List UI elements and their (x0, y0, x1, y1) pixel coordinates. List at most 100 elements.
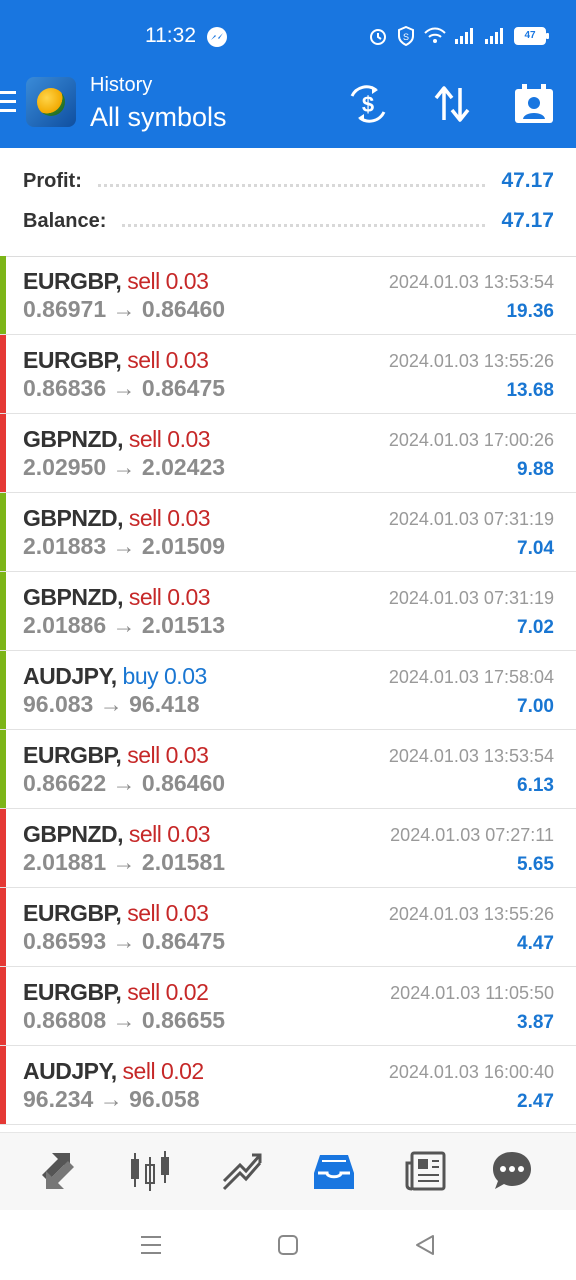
nav-trade[interactable] (220, 1149, 264, 1193)
deal-profit: 2.47 (517, 1091, 554, 1112)
history-icon (314, 1155, 354, 1189)
deal-symbol: AUDJPY, sell 0.02 (23, 1058, 205, 1084)
deal-time: 2024.01.03 13:53:54 (388, 272, 554, 292)
deal-symbol: EURGBP, sell 0.03 (23, 347, 209, 373)
deal-side: sell 0.03 (127, 268, 209, 294)
deal-time: 2024.01.03 16:00:40 (388, 1062, 554, 1082)
deal-status-bar (0, 256, 6, 334)
deal-row[interactable]: AUDJPY, sell 0.02 96.234 → 96.058 2024.0… (0, 1046, 576, 1125)
sort-icon (434, 86, 470, 122)
back-icon[interactable] (414, 1234, 436, 1256)
nav-quotes[interactable] (36, 1149, 80, 1193)
menu-icon[interactable] (0, 91, 16, 113)
signal-icon (455, 28, 473, 44)
deal-side: sell 0.03 (127, 347, 209, 373)
deal-row[interactable]: GBPNZD, sell 0.03 2.01886 → 2.01513 2024… (0, 572, 576, 651)
deal-side: sell 0.03 (128, 426, 211, 452)
system-navigation-bar (0, 1210, 576, 1280)
deal-profit: 5.65 (517, 854, 554, 875)
nav-chart[interactable] (128, 1149, 172, 1193)
profit-row: Profit: 47.17 (23, 164, 554, 198)
deal-status-bar (0, 493, 6, 571)
deal-time: 2024.01.03 07:27:11 (390, 825, 554, 845)
deal-prices: 0.86593 → 0.86475 (23, 928, 226, 954)
deal-time: 2024.01.03 11:05:50 (390, 983, 554, 1003)
deal-status-bar (0, 651, 6, 729)
deal-symbol: EURGBP, sell 0.03 (23, 742, 209, 768)
messenger-icon (207, 27, 227, 47)
deal-row[interactable]: EURGBP, sell 0.03 0.86971 → 0.86460 2024… (0, 256, 576, 335)
deal-status-bar (0, 967, 6, 1045)
deal-prices: 0.86971 → 0.86460 (23, 296, 226, 322)
deal-symbol: GBPNZD, sell 0.03 (23, 584, 211, 610)
deal-side: sell 0.03 (128, 821, 211, 847)
home-icon[interactable] (277, 1234, 299, 1256)
deal-side: sell 0.02 (127, 979, 209, 1005)
profit-value: 47.17 (501, 169, 554, 192)
bottom-nav (0, 1132, 576, 1211)
balance-value: 47.17 (501, 209, 554, 232)
deal-side: buy 0.03 (122, 663, 208, 689)
deal-prices: 0.86808 → 0.86655 (23, 1007, 226, 1033)
status-time: 11:32 (145, 24, 196, 47)
divider (97, 183, 486, 187)
deal-profit: 19.36 (506, 301, 554, 322)
nav-history[interactable] (312, 1149, 356, 1193)
recent-apps-icon[interactable] (139, 1234, 163, 1256)
calendar-person-icon (515, 84, 553, 123)
deal-side: sell 0.03 (128, 584, 211, 610)
history-summary: Profit: 47.17 Balance: 47.17 (0, 148, 576, 257)
deal-row[interactable]: AUDJPY, buy 0.03 96.083 → 96.418 2024.01… (0, 651, 576, 730)
deal-profit: 3.87 (517, 1012, 554, 1033)
deal-symbol: AUDJPY, buy 0.03 (23, 663, 208, 689)
deal-symbol: EURGBP, sell 0.03 (23, 268, 209, 294)
deal-prices: 96.083 → 96.418 (23, 691, 200, 717)
deal-profit: 7.00 (517, 696, 554, 717)
deal-symbol: GBPNZD, sell 0.03 (23, 426, 211, 452)
deal-time: 2024.01.03 07:31:19 (388, 588, 554, 608)
deal-side: sell 0.03 (127, 742, 209, 768)
deal-row[interactable]: GBPNZD, sell 0.03 2.01883 → 2.01509 2024… (0, 493, 576, 572)
wifi-icon (424, 27, 446, 43)
deal-side: sell 0.03 (128, 505, 211, 531)
deal-profit: 7.04 (517, 538, 554, 559)
deal-time: 2024.01.03 17:58:04 (388, 667, 554, 687)
deal-time: 2024.01.03 07:31:19 (388, 509, 554, 529)
deal-row[interactable]: EURGBP, sell 0.03 0.86622 → 0.86460 2024… (0, 730, 576, 809)
nav-news[interactable] (404, 1149, 448, 1193)
deal-row[interactable]: GBPNZD, sell 0.03 2.01881 → 2.01581 2024… (0, 809, 576, 888)
deal-row[interactable]: EURGBP, sell 0.02 0.86808 → 0.86655 2024… (0, 967, 576, 1046)
signal-icon (485, 28, 503, 44)
deal-row[interactable]: GBPNZD, sell 0.03 2.02950 → 2.02423 2024… (0, 414, 576, 493)
news-icon (405, 1151, 446, 1191)
symbol-filter[interactable]: All symbols (90, 102, 227, 133)
divider (122, 223, 486, 227)
battery-icon: 47 (514, 27, 549, 45)
page-subtitle: History (90, 74, 153, 96)
deal-time: 2024.01.03 13:53:54 (388, 746, 554, 766)
deal-status-bar (0, 809, 6, 887)
deposit-withdraw-button[interactable]: $ (346, 82, 390, 126)
profit-label: Profit: (23, 169, 82, 192)
deal-prices: 2.01886 → 2.01513 (23, 612, 226, 638)
nav-chat[interactable] (490, 1149, 534, 1193)
deal-time: 2024.01.03 13:55:26 (388, 351, 554, 371)
deal-prices: 0.86836 → 0.86475 (23, 375, 226, 401)
deal-prices: 2.01881 → 2.01581 (23, 849, 226, 875)
status-bar: 11:32 S 47 (0, 0, 576, 72)
deal-side: sell 0.02 (122, 1058, 205, 1084)
sort-button[interactable] (430, 82, 474, 126)
deal-status-bar (0, 335, 6, 413)
deal-profit: 7.02 (517, 617, 554, 638)
deal-profit: 9.88 (517, 459, 554, 480)
deal-profit: 6.13 (517, 775, 554, 796)
chart-icon (131, 1151, 169, 1191)
deal-row[interactable]: EURGBP, sell 0.03 0.86836 → 0.86475 2024… (0, 335, 576, 414)
deal-symbol: EURGBP, sell 0.03 (23, 900, 209, 926)
deal-prices: 0.86622 → 0.86460 (23, 770, 226, 796)
deal-row[interactable]: EURGBP, sell 0.03 0.86593 → 0.86475 2024… (0, 888, 576, 967)
deal-status-bar (0, 572, 6, 650)
calendar-button[interactable] (512, 82, 556, 126)
currency-exchange-icon: $ (350, 85, 386, 123)
trade-icon (222, 1153, 262, 1191)
